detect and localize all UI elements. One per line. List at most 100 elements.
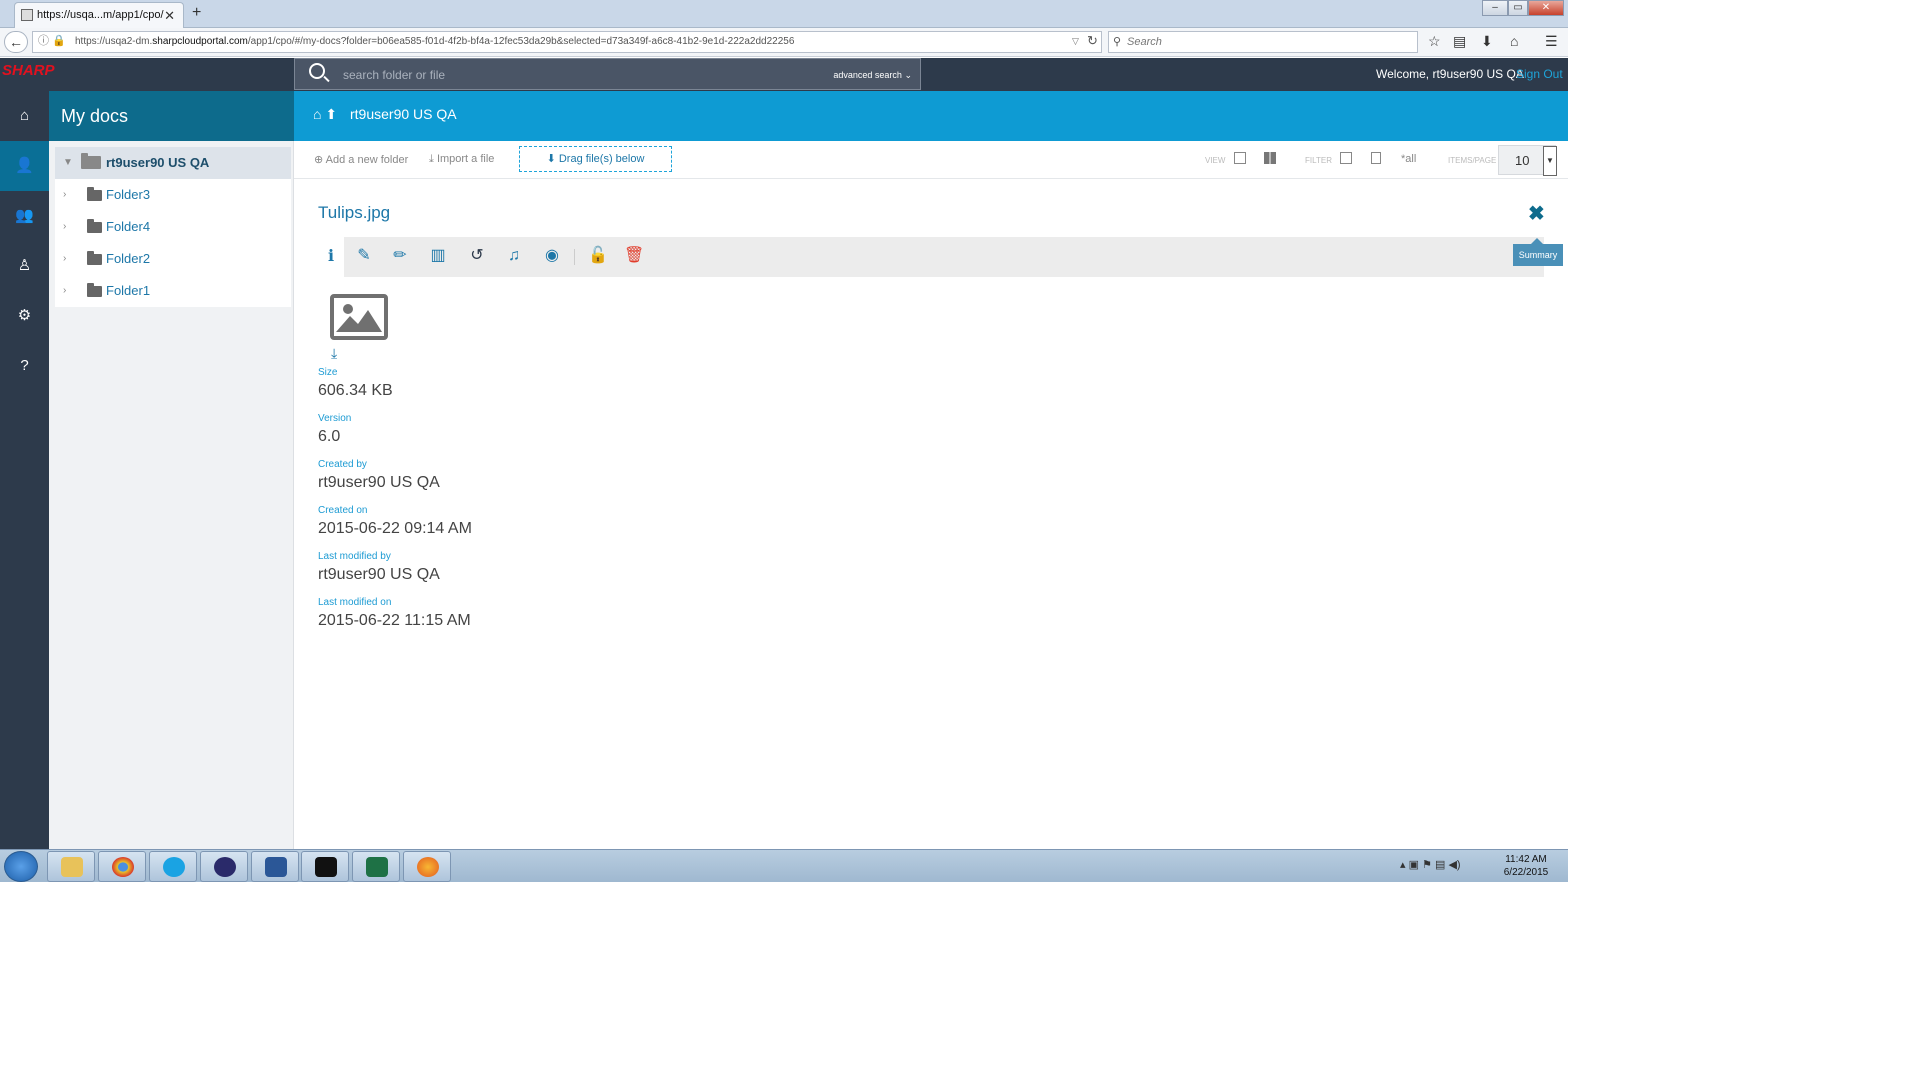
restore-window-button[interactable]: ▭	[1508, 0, 1528, 16]
folder-panel: My docs ▼ rt9user90 US QA › Folder3 › Fo…	[49, 91, 294, 849]
drag-files-label: Drag file(s) below	[558, 153, 645, 165]
sharp-logo: SHARP	[2, 62, 55, 79]
drag-drop-zone[interactable]: ⬇ Drag file(s) below	[519, 146, 672, 172]
tree-item[interactable]: › Folder1	[55, 275, 291, 307]
info-icon[interactable]: i	[322, 247, 340, 265]
tree-item[interactable]: › Folder2	[55, 243, 291, 275]
tree-root[interactable]: ▼ rt9user90 US QA	[55, 147, 291, 179]
search-icon: ⚲	[1113, 36, 1122, 48]
property-label: Last modified on	[318, 597, 392, 608]
tray-arrow-icon[interactable]: ▴	[1400, 859, 1406, 871]
chart-icon[interactable]: ▥	[429, 247, 447, 265]
url-prefix: https://usqa2-dm.	[75, 36, 153, 47]
browser-tab[interactable]: https://usqa...m/app1/cpo/ ✕	[14, 2, 184, 28]
excel-icon	[366, 857, 388, 877]
import-file-button[interactable]: ⤓ Import a file	[429, 153, 494, 166]
add-folder-button[interactable]: ⊕ Add a new folder	[314, 153, 408, 166]
plus-circle-icon: ⊕	[314, 154, 324, 166]
taskbar-cmd[interactable]	[301, 851, 349, 882]
taskbar-excel[interactable]	[352, 851, 400, 882]
chevron-down-icon[interactable]: ▼	[63, 147, 73, 179]
items-per-page-select[interactable]: 10 ▼	[1498, 145, 1557, 176]
history-icon[interactable]: ↺	[468, 247, 486, 265]
edit-properties-icon[interactable]: ✎	[355, 247, 373, 265]
tree-item[interactable]: › Folder4	[55, 211, 291, 243]
firefox-icon	[417, 857, 439, 877]
user-icon: 👤	[15, 157, 34, 174]
nav-home[interactable]: ⌂	[0, 91, 49, 141]
downloads-icon[interactable]: ⬇	[1481, 33, 1493, 50]
sign-out-link[interactable]: Sign Out	[1516, 67, 1563, 81]
nav-admin[interactable]: ♙	[0, 241, 49, 291]
nav-settings[interactable]: ⚙	[0, 291, 49, 341]
image-filter-icon[interactable]	[1340, 152, 1352, 164]
tree-item-label: Folder3	[106, 187, 151, 202]
import-file-label: Import a file	[436, 153, 495, 165]
admin-user-icon: ♙	[17, 257, 32, 274]
folder-icon	[87, 219, 102, 233]
grid-view-icon[interactable]	[1264, 152, 1276, 164]
browser-tab-title: https://usqa...m/app1/cpo/	[37, 9, 164, 21]
url-dropdown-icon[interactable]: ▽	[1072, 36, 1079, 47]
breadcrumb-label: rt9user90 US QA	[350, 106, 457, 122]
system-tray[interactable]: ▴ ▣ ⚑ ▤ ◀)	[1400, 858, 1461, 871]
skype-icon	[163, 857, 185, 877]
chevron-right-icon[interactable]: ›	[63, 211, 66, 243]
back-button[interactable]: ←	[4, 31, 28, 53]
image-thumbnail-icon[interactable]	[330, 294, 388, 340]
volume-icon[interactable]: ◀)	[1448, 859, 1460, 871]
property-label: Created on	[318, 505, 368, 516]
filter-all-button[interactable]: *all	[1401, 153, 1416, 165]
pencil-icon[interactable]: ✏	[391, 247, 409, 265]
chevron-right-icon[interactable]: ›	[63, 179, 66, 211]
taskbar-explorer[interactable]	[47, 851, 95, 882]
items-per-page-label: ITEMS/PAGE	[1448, 156, 1497, 165]
taskbar-word[interactable]	[251, 851, 299, 882]
unlock-icon[interactable]: 🔓	[588, 247, 608, 265]
windows-taskbar	[0, 849, 1568, 882]
nav-my-docs[interactable]: 👤	[0, 141, 49, 191]
folder-icon	[61, 857, 83, 877]
flag-icon[interactable]: ⚑	[1422, 859, 1432, 871]
reading-list-icon[interactable]: ▤	[1453, 33, 1466, 50]
eye-icon[interactable]: ◉	[543, 247, 561, 265]
browser-search-input[interactable]: ⚲ Search	[1108, 31, 1418, 53]
new-tab-button[interactable]: +	[192, 4, 201, 22]
tree-item[interactable]: › Folder3	[55, 179, 291, 211]
nav-help[interactable]: ?	[0, 341, 49, 391]
document-filter-icon[interactable]	[1371, 152, 1381, 164]
home-icon[interactable]: ⌂	[1510, 33, 1518, 49]
url-bar[interactable]: https://usqa2-dm.sharpcloudportal.com/ap…	[32, 31, 1102, 53]
site-identity-icon[interactable]: ⓘ 🔒	[38, 32, 66, 48]
home-up-icon[interactable]: ⌂ ⬆	[313, 106, 337, 123]
close-icon[interactable]: ✖	[1528, 201, 1545, 226]
advanced-search-toggle[interactable]: advanced search ⌄	[833, 70, 912, 81]
close-tab-icon[interactable]: ✕	[164, 8, 175, 24]
tray-app-icon[interactable]: ▣	[1409, 859, 1419, 871]
minimize-window-button[interactable]: –	[1482, 0, 1508, 16]
tree-item-label: Folder4	[106, 219, 151, 234]
close-window-button[interactable]: ✕	[1528, 0, 1564, 16]
taskbar-skype[interactable]	[149, 851, 197, 882]
menu-icon[interactable]: ☰	[1545, 33, 1558, 50]
taskbar-chrome[interactable]	[98, 851, 146, 882]
view-label: VIEW	[1205, 156, 1226, 165]
taskbar-eclipse[interactable]	[200, 851, 248, 882]
network-icon[interactable]: ▤	[1435, 859, 1445, 871]
taskbar-firefox[interactable]	[403, 851, 451, 882]
nav-groups[interactable]: 👥	[0, 191, 49, 241]
bookmark-star-icon[interactable]: ☆	[1428, 33, 1441, 50]
start-button[interactable]	[4, 851, 38, 882]
chevron-down-icon[interactable]: ▼	[1543, 146, 1557, 176]
file-actions-bar: i ✎ ✏ ▥ ↺ ♫ ◉ 🔓 🗑	[318, 237, 1544, 277]
bell-icon[interactable]: ♫	[505, 247, 523, 265]
app-search-input[interactable]: search folder or file advanced search ⌄	[294, 58, 921, 90]
chevron-right-icon[interactable]: ›	[63, 243, 66, 275]
import-icon: ⤓	[429, 153, 434, 165]
reload-icon[interactable]: ↻	[1087, 33, 1098, 49]
chevron-right-icon[interactable]: ›	[63, 275, 66, 307]
download-icon[interactable]: ⤓	[331, 345, 337, 362]
list-view-icon[interactable]	[1234, 152, 1246, 164]
trash-icon[interactable]: 🗑	[624, 247, 644, 265]
taskbar-clock[interactable]: 11:42 AM 6/22/2015	[1500, 853, 1552, 879]
